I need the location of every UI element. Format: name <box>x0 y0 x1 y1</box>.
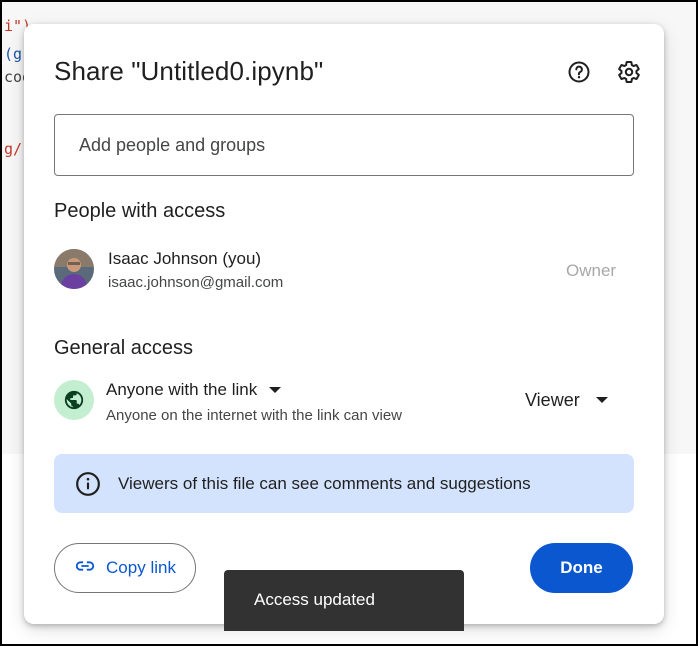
gear-icon[interactable] <box>615 58 643 86</box>
chevron-down-icon <box>595 397 608 403</box>
share-dialog: Share "Untitled0.ipynb" People with acce… <box>24 24 664 624</box>
owner-role-label: Owner <box>566 261 617 280</box>
globe-icon <box>54 380 94 420</box>
chevron-down-icon <box>269 387 282 393</box>
code-line: (g <box>4 45 23 63</box>
general-access-scope-dropdown[interactable]: Anyone with the link <box>106 378 282 402</box>
copy-link-button[interactable]: Copy link <box>54 543 196 593</box>
copy-link-label: Copy link <box>106 558 176 577</box>
person-email: isaac.johnson@gmail.com <box>108 274 284 291</box>
help-icon[interactable] <box>565 58 593 86</box>
code-line: g/ <box>4 140 23 158</box>
link-icon <box>74 555 96 582</box>
add-people-input[interactable] <box>54 114 634 176</box>
general-access-description: Anyone on the internet with the link can… <box>106 407 403 424</box>
info-banner-text: Viewers of this file can see comments an… <box>118 473 531 493</box>
people-with-access-heading: People with access <box>54 200 226 222</box>
general-access-scope-label: Anyone with the link <box>106 380 258 399</box>
snackbar-text: Access updated <box>254 590 375 609</box>
dialog-title: Share "Untitled0.ipynb" <box>54 56 324 86</box>
snackbar: Access updated <box>224 570 464 631</box>
person-name: Isaac Johnson (you) <box>108 249 262 268</box>
info-banner: Viewers of this file can see comments an… <box>54 454 634 513</box>
done-button[interactable]: Done <box>530 543 633 593</box>
general-access-heading: General access <box>54 337 193 359</box>
info-icon <box>74 470 102 498</box>
avatar <box>54 249 94 289</box>
link-role-dropdown[interactable]: Viewer <box>525 388 608 412</box>
link-role-label: Viewer <box>525 389 580 410</box>
